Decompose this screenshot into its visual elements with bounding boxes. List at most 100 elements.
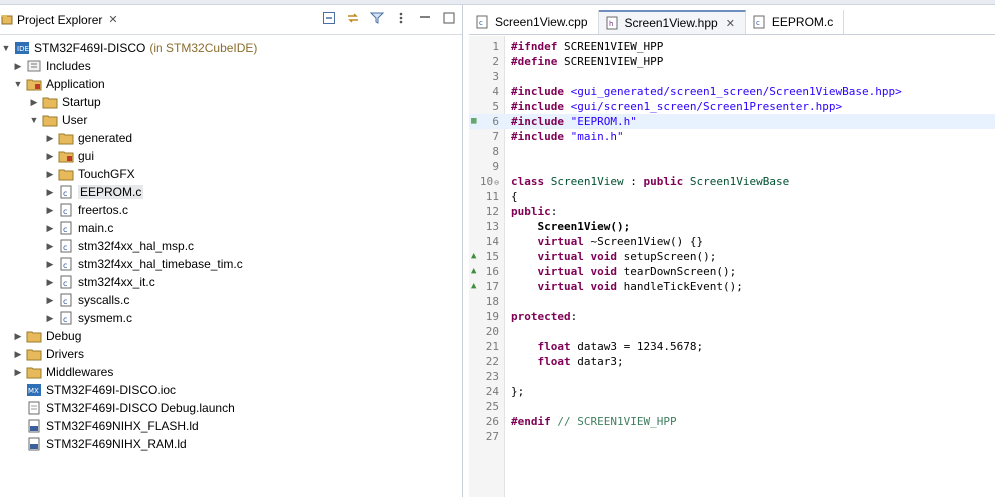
tree-item-hal-msp-c[interactable]: ▶ c stm32f4xx_hal_msp.c — [44, 237, 195, 255]
chevron-down-icon[interactable]: ▼ — [12, 78, 24, 90]
chevron-right-icon[interactable]: ▶ — [44, 258, 56, 270]
code-line[interactable]: 23 — [469, 369, 995, 384]
chevron-right-icon[interactable]: ▶ — [44, 204, 56, 216]
tab-eeprom-c[interactable]: c EEPROM.c — [746, 10, 845, 34]
code-line[interactable]: 9 — [469, 159, 995, 174]
code-line[interactable]: 14 virtual ~Screen1View() {} — [469, 234, 995, 249]
tree-item-freertos-c[interactable]: ▶ c freertos.c — [44, 201, 128, 219]
minimize-icon[interactable] — [418, 11, 432, 25]
maximize-icon[interactable] — [442, 11, 456, 25]
chevron-right-icon[interactable]: ▶ — [12, 366, 24, 378]
tree-item-launch[interactable]: STM32F469I-DISCO Debug.launch — [24, 399, 235, 417]
chevron-right-icon[interactable]: ▶ — [12, 60, 24, 72]
chevron-right-icon[interactable]: ▶ — [44, 240, 56, 252]
code-line[interactable]: 27 — [469, 429, 995, 444]
tree-project-root[interactable]: ▼ IDE STM32F469I-DISCO (in STM32CubeIDE) — [0, 39, 258, 57]
chevron-right-icon[interactable]: ▶ — [44, 132, 56, 144]
tree-item-ioc[interactable]: MX STM32F469I-DISCO.ioc — [24, 381, 176, 399]
tree-item-debug[interactable]: ▶ Debug — [12, 327, 82, 345]
tree-item-sysmem-c[interactable]: ▶ c sysmem.c — [44, 309, 132, 327]
code-editor[interactable]: 1 #ifndef SCREEN1VIEW_HPP 2 #define SCREEN… — [469, 36, 995, 497]
code-text: float datar3; — [511, 355, 624, 368]
tree-item-it-c[interactable]: ▶ c stm32f4xx_it.c — [44, 273, 155, 291]
code-text: virtual void handleTickEvent(); — [511, 280, 743, 293]
close-icon[interactable]: ✕ — [726, 17, 735, 30]
fold-icon[interactable]: ⊖ — [494, 178, 499, 187]
code-line[interactable]: 10⊖ class Screen1View : public Screen1Vie… — [469, 174, 995, 189]
chevron-right-icon[interactable]: ▶ — [44, 168, 56, 180]
tree-item-startup[interactable]: ▶ Startup — [28, 93, 101, 111]
chevron-right-icon[interactable]: ▶ — [12, 330, 24, 342]
tree-label: main.c — [78, 221, 114, 235]
code-line[interactable]: 13 Screen1View(); — [469, 219, 995, 234]
tree-item-eeprom-c[interactable]: ▶ c EEPROM.c — [44, 183, 144, 201]
tab-screen1view-hpp[interactable]: h Screen1View.hpp ✕ — [598, 10, 746, 34]
code-line[interactable]: 25 — [469, 399, 995, 414]
code-line[interactable]: 5 #include <gui/screen1_screen/Screen1Pre… — [469, 99, 995, 114]
code-line[interactable]: 1 #ifndef SCREEN1VIEW_HPP — [469, 39, 995, 54]
tree-item-drivers[interactable]: ▶ Drivers — [12, 345, 84, 363]
tree-item-hal-timebase-c[interactable]: ▶ c stm32f4xx_hal_timebase_tim.c — [44, 255, 243, 273]
svg-text:c: c — [63, 189, 67, 198]
code-line[interactable]: 2 #define SCREEN1VIEW_HPP — [469, 54, 995, 69]
code-line[interactable]: 3 — [469, 69, 995, 84]
tree-item-main-c[interactable]: ▶ c main.c — [44, 219, 114, 237]
chevron-right-icon[interactable]: ▶ — [44, 276, 56, 288]
override-marker-icon[interactable]: ▲ — [471, 281, 476, 291]
line-number: 8 — [492, 145, 499, 158]
code-line[interactable]: ▲ 16 virtual void tearDownScreen(); — [469, 264, 995, 279]
chevron-right-icon[interactable]: ▶ — [44, 222, 56, 234]
tree-item-middlewares[interactable]: ▶ Middlewares — [12, 363, 114, 381]
code-line[interactable]: ▲ 17 virtual void handleTickEvent(); — [469, 279, 995, 294]
link-with-editor-icon[interactable] — [346, 11, 360, 25]
code-line[interactable]: 4 #include <gui_generated/screen1_screen/… — [469, 84, 995, 99]
folder-src-icon — [58, 149, 74, 163]
code-line[interactable]: 11 { — [469, 189, 995, 204]
chevron-right-icon[interactable]: ▶ — [12, 348, 24, 360]
chevron-right-icon[interactable]: ▶ — [44, 150, 56, 162]
close-icon[interactable]: ✕ — [108, 13, 117, 26]
code-text: public: — [511, 205, 558, 218]
chevron-down-icon[interactable]: ▼ — [0, 42, 12, 54]
filter-icon[interactable] — [370, 11, 384, 25]
chevron-right-icon[interactable]: ▶ — [44, 312, 56, 324]
tree-label: syscalls.c — [78, 293, 130, 307]
tree-item-touchgfx[interactable]: ▶ TouchGFX — [44, 165, 135, 183]
code-line[interactable]: 21 float dataw3 = 1234.5678; — [469, 339, 995, 354]
chevron-down-icon[interactable]: ▼ — [28, 114, 40, 126]
code-line[interactable]: 20 — [469, 324, 995, 339]
collapse-all-icon[interactable] — [322, 11, 336, 25]
code-line[interactable]: 12 public: — [469, 204, 995, 219]
code-text: protected: — [511, 310, 578, 323]
chevron-right-icon[interactable]: ▶ — [44, 294, 56, 306]
code-line[interactable]: 8 — [469, 144, 995, 159]
code-line[interactable]: 18 — [469, 294, 995, 309]
tree-item-flash-ld[interactable]: STM32F469NIHX_FLASH.ld — [24, 417, 199, 435]
override-marker-icon[interactable]: ▲ — [471, 266, 476, 276]
code-line[interactable]: 19 protected: — [469, 309, 995, 324]
override-marker-icon[interactable]: ▲ — [471, 251, 476, 261]
svg-text:c: c — [63, 261, 67, 270]
tab-label: EEPROM.c — [771, 15, 834, 29]
tree-item-application[interactable]: ▼ Application — [12, 75, 105, 93]
launch-file-icon — [26, 401, 42, 415]
chevron-right-icon[interactable]: ▶ — [44, 186, 56, 198]
tree-item-user[interactable]: ▼ User — [28, 111, 88, 129]
code-line[interactable]: 22 float datar3; — [469, 354, 995, 369]
code-line[interactable]: 26 #endif // SCREEN1VIEW_HPP — [469, 414, 995, 429]
view-menu-icon[interactable] — [394, 11, 408, 25]
tree-item-includes[interactable]: ▶ Includes — [12, 57, 91, 75]
project-explorer-tab[interactable]: Project Explorer ✕ — [0, 9, 124, 31]
code-line[interactable]: ▲ 15 virtual void setupScreen(); — [469, 249, 995, 264]
code-line[interactable]: 24}; — [469, 384, 995, 399]
tree-item-generated[interactable]: ▶ generated — [44, 129, 133, 147]
tree-item-ram-ld[interactable]: STM32F469NIHX_RAM.ld — [24, 435, 187, 453]
line-number: 1 — [492, 40, 499, 53]
tree-item-gui[interactable]: ▶ gui — [44, 147, 94, 165]
project-icon: IDE — [14, 41, 30, 55]
code-line[interactable]: 7 #include "main.h" — [469, 129, 995, 144]
code-line-current[interactable]: ▦ 6 #include "EEPROM.h" — [469, 114, 995, 129]
tree-item-syscalls-c[interactable]: ▶ c syscalls.c — [44, 291, 130, 309]
chevron-right-icon[interactable]: ▶ — [28, 96, 40, 108]
tab-screen1view-cpp[interactable]: c Screen1View.cpp — [469, 10, 599, 34]
